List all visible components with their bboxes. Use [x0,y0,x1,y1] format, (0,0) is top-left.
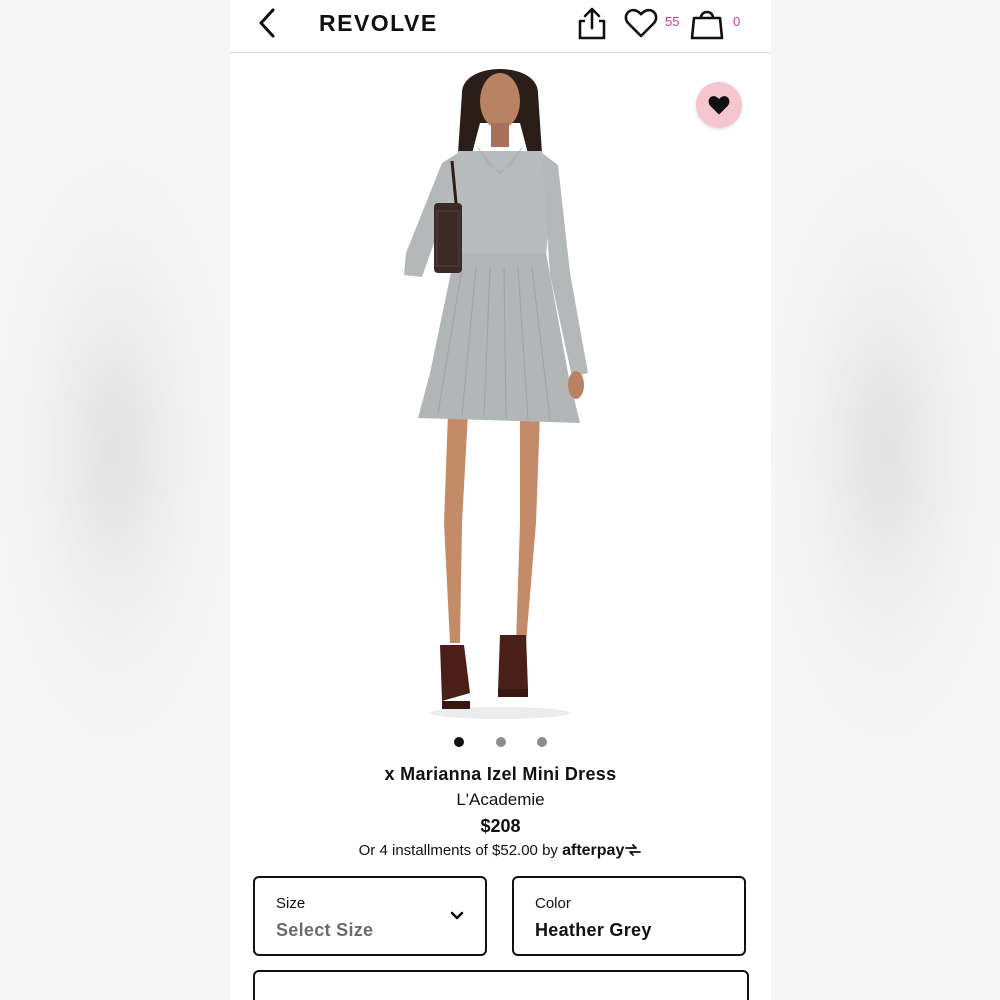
product-image[interactable] [230,53,771,723]
product-brand[interactable]: L'Academie [230,788,771,812]
color-select-label: Color [535,895,571,912]
shopping-bag-icon[interactable] [690,5,724,41]
brand-logo[interactable]: REVOLVE [319,8,438,38]
color-select-value: Heather Grey [535,920,652,940]
size-select-value: Select Size [276,920,374,940]
background-left [0,0,230,1000]
carousel-dot-2[interactable] [496,737,506,747]
heart-outline-icon[interactable] [624,7,658,39]
installments-message: Or 4 installments of $52.00 by [358,842,558,859]
top-nav-bar: REVOLVE 55 0 [230,0,771,53]
color-select[interactable]: Color Heather Grey [512,876,746,956]
installments-text: Or 4 installments of $52.00 by afterpay [230,840,771,862]
product-price: $208 [480,816,521,836]
product-info: x Marianna Izel Mini Dress L'Academie $2… [230,760,771,862]
share-icon[interactable] [576,5,608,41]
wishlist-count-badge: 55 [665,14,680,29]
size-select-label: Size [276,895,306,912]
carousel-dot-1[interactable] [454,737,464,747]
heart-filled-icon [708,96,730,115]
app-screen: REVOLVE 55 0 x Marianna Izel Mini Dress … [230,0,771,1000]
afterpay-arrows-icon [625,844,642,856]
back-chevron-icon[interactable] [254,6,282,40]
bag-count-badge: 0 [733,14,741,29]
size-select[interactable]: Size Select Size [253,876,487,956]
add-to-bag-button[interactable] [253,970,749,1000]
product-title: x Marianna Izel Mini Dress [384,764,617,784]
carousel-dot-3[interactable] [537,737,547,747]
chevron-down-icon [450,911,464,920]
carousel-indicator [230,735,771,749]
model-wearing-dress-illustration [404,69,588,719]
afterpay-logo[interactable]: afterpay [562,842,624,859]
background-right [771,0,1000,1000]
favorite-button[interactable] [696,82,742,128]
